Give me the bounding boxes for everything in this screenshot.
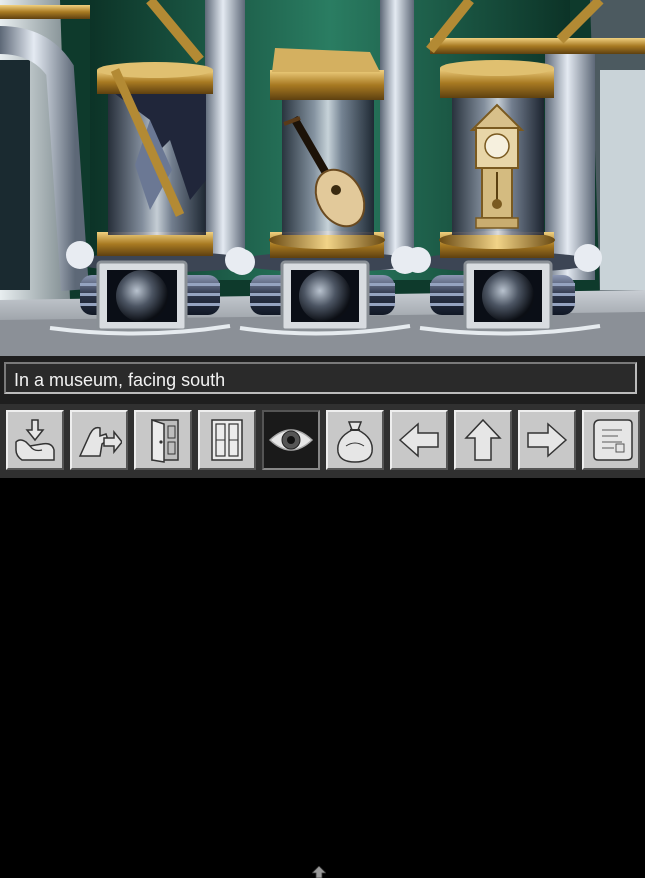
museum-scene[interactable] xyxy=(0,0,645,356)
turn-left-button[interactable] xyxy=(390,410,448,470)
take-button[interactable] xyxy=(6,410,64,470)
take-hand-icon xyxy=(15,419,55,461)
action-toolbar xyxy=(0,404,645,878)
status-bar: In a museum, facing south xyxy=(0,356,645,404)
close-button[interactable] xyxy=(198,410,256,470)
close-door-icon xyxy=(211,419,243,461)
arrow-up-icon xyxy=(464,418,502,461)
turn-right-button[interactable] xyxy=(518,410,576,470)
inventory-button[interactable] xyxy=(326,410,384,470)
location-text: In a museum, facing south xyxy=(14,370,226,390)
inventory-sack-icon xyxy=(337,421,373,463)
look-button[interactable] xyxy=(262,410,320,470)
location-text-box: In a museum, facing south xyxy=(4,362,637,394)
move-forward-button[interactable] xyxy=(454,410,512,470)
use-button[interactable] xyxy=(70,410,128,470)
cursor-pointer-icon xyxy=(312,866,326,878)
arrow-left-icon xyxy=(398,422,439,458)
map-scroll-icon xyxy=(593,419,633,461)
use-hand-icon xyxy=(78,426,122,457)
open-door-icon xyxy=(151,418,179,463)
map-button[interactable] xyxy=(582,410,640,470)
look-eye-icon xyxy=(268,429,314,451)
arrow-right-icon xyxy=(527,422,568,458)
open-button[interactable] xyxy=(134,410,192,470)
